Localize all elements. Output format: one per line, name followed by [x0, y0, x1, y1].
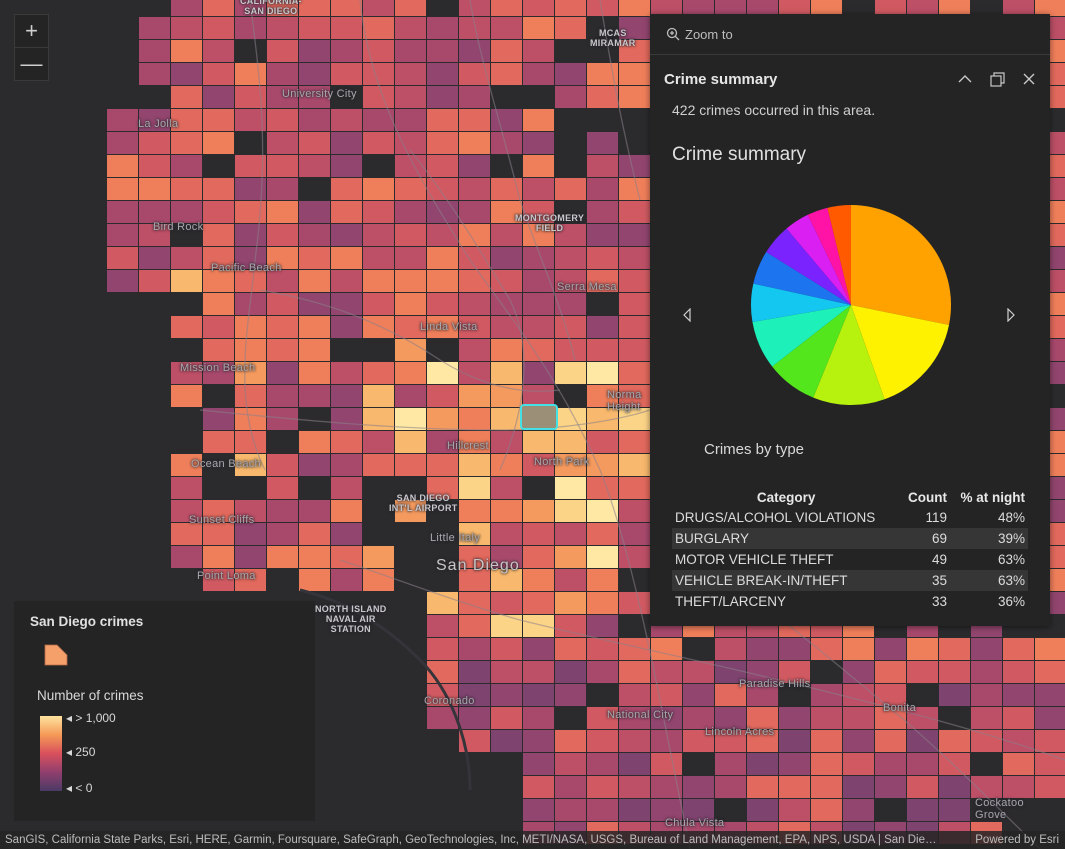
table-row: THEFT/LARCENY 33 36% [672, 591, 1028, 612]
zoom-to-label: Zoom to [685, 26, 733, 42]
legend-tick-label: > 1,000 [75, 711, 116, 725]
map-legend: San Diego crimes Number of crimes ◂ > 1,… [14, 601, 315, 821]
column-header-count: Count [908, 490, 947, 505]
cell-category: VEHICLE BREAK-IN/THEFT [672, 570, 901, 591]
close-icon[interactable] [1020, 70, 1038, 88]
attribution-bar: SanGIS, California State Parks, Esri, HE… [0, 831, 1065, 849]
map-place-label: San Diego [436, 557, 520, 574]
map-place-label: Cockatoo Grove [975, 797, 1024, 821]
map-place-label: Ocean Beach [191, 458, 261, 470]
zoom-to-icon [666, 27, 680, 41]
chart-caption: Crimes by type [704, 441, 805, 458]
map-place-label: MONTGOMERY FIELD [515, 213, 585, 233]
map-place-label: Point Loma [197, 570, 256, 582]
cell-count: 119 [925, 510, 947, 525]
map-place-label: Linda Vista [420, 321, 478, 333]
cell-night: 48% [997, 510, 1025, 525]
map-place-label: CALIFORNIA- SAN DIEGO [240, 0, 302, 16]
legend-color-ramp [40, 716, 62, 791]
map-place-label: Pacific Beach [211, 262, 282, 274]
zoom-to-button[interactable]: Zoom to [650, 14, 1050, 55]
cell-night: 36% [997, 594, 1025, 609]
map-place-label: SAN DIEGO INT'L AIRPORT [389, 493, 458, 513]
zoom-in-button[interactable]: + [15, 15, 48, 47]
legend-tick-high: ◂ > 1,000 [66, 711, 116, 725]
pie-slice[interactable] [851, 205, 951, 325]
next-chart-icon[interactable] [1006, 307, 1016, 327]
table-row: DRUGS/ALCOHOL VIOLATIONS 119 48% [672, 507, 1028, 528]
legend-tick-mid: ◂ 250 [66, 745, 96, 759]
map-place-label: NORTH ISLAND NAVAL AIR STATION [315, 604, 387, 634]
map-place-label: North Park [534, 456, 590, 468]
cell-count: 69 [900, 528, 950, 549]
map-place-label: Norma Height [607, 389, 642, 413]
map-place-label: National City [607, 709, 674, 721]
zoom-out-button[interactable]: — [15, 47, 48, 80]
cell-category: DRUGS/ALCOHOL VIOLATIONS [675, 510, 876, 525]
legend-subtitle: Number of crimes [37, 688, 144, 703]
cell-night: 63% [997, 552, 1025, 567]
map-place-label: Sunset Cliffs [189, 514, 255, 526]
map-place-label: Paradise Hills [739, 678, 811, 690]
cell-category: MOTOR VEHICLE THEFT [675, 552, 834, 567]
cell-count: 35 [900, 570, 950, 591]
map-place-label: Lincoln Acres [705, 726, 775, 738]
column-header-night: % at night [960, 490, 1026, 505]
map-place-label: Little Italy [430, 532, 481, 544]
collapse-icon[interactable] [956, 70, 974, 88]
cell-count: 33 [931, 594, 947, 609]
powered-by-link[interactable]: Powered by Esri [975, 831, 1059, 849]
column-header-category: Category [756, 490, 816, 505]
map-place-label: Hillcrest [447, 440, 489, 452]
map-place-label: Serra Mesa [557, 281, 617, 293]
crime-pie-chart[interactable] [746, 200, 956, 410]
table-row: BURGLARY 69 39% [672, 528, 1028, 549]
map-place-label: Bird Rock [153, 221, 204, 233]
map-place-label: MCAS MIRAMAR [590, 28, 636, 48]
cell-category: THEFT/LARCENY [675, 594, 787, 609]
dock-icon[interactable] [988, 70, 1006, 88]
popup-description: 422 crimes occurred in this area. [672, 102, 876, 118]
legend-title: San Diego crimes [30, 614, 144, 629]
map-place-label: Bonita [883, 702, 916, 714]
cell-category: BURGLARY [672, 528, 901, 549]
selected-area-highlight[interactable] [520, 404, 558, 430]
map-place-label: University City [282, 88, 357, 100]
popup-title: Crime summary [664, 71, 778, 88]
legend-tick-low: ◂ < 0 [66, 781, 93, 795]
crime-table: Category Count % at night DRUGS/ALCOHOL … [672, 488, 1028, 612]
attribution-text: SanGIS, California State Parks, Esri, HE… [5, 834, 937, 846]
previous-chart-icon[interactable] [682, 307, 692, 327]
legend-tick-label: < 0 [75, 781, 93, 795]
map-place-label: Chula Vista [665, 817, 725, 829]
legend-swatch-icon [44, 644, 68, 666]
crime-summary-popup: Zoom to Crime summary 422 crimes occurre… [650, 14, 1050, 626]
cell-night: 39% [950, 528, 1028, 549]
cell-night: 63% [950, 570, 1028, 591]
legend-tick-label: 250 [75, 745, 96, 759]
table-row: VEHICLE BREAK-IN/THEFT 35 63% [672, 570, 1028, 591]
map-place-label: Coronado [424, 695, 475, 707]
map-place-label: Mission Beach [180, 362, 256, 374]
zoom-control: + — [14, 14, 49, 81]
map-place-label: La Jolla [138, 118, 179, 130]
cell-count: 49 [931, 552, 947, 567]
chart-title: Crime summary [672, 144, 807, 165]
table-row: MOTOR VEHICLE THEFT 49 63% [672, 549, 1028, 570]
